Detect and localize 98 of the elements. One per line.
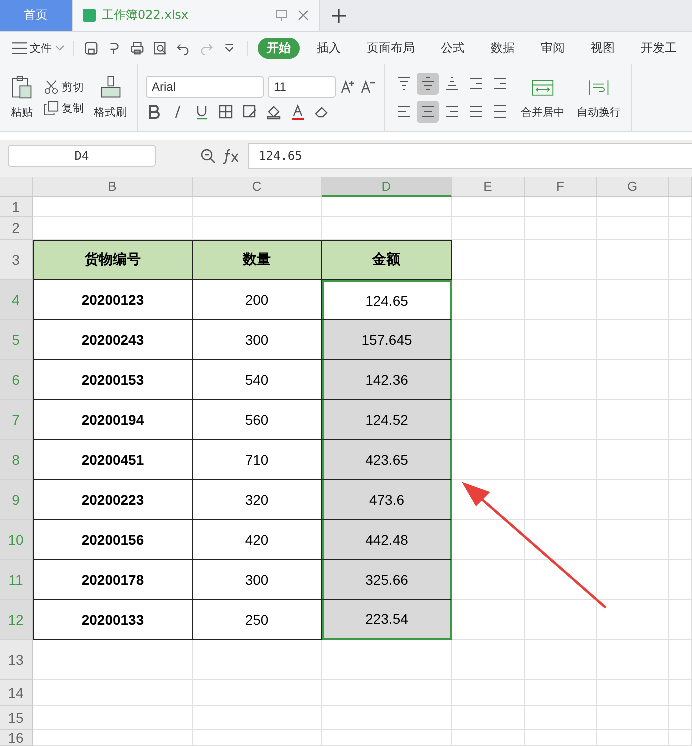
zoom-icon[interactable] <box>200 148 216 164</box>
column-header[interactable]: D <box>322 177 452 197</box>
align-lines-icon <box>444 76 460 92</box>
save-icon[interactable] <box>84 40 99 56</box>
table-cell: 473.6 <box>322 480 452 520</box>
row-header[interactable]: 6 <box>0 360 33 400</box>
cut-button[interactable]: 剪切 <box>44 80 84 94</box>
row-header[interactable]: 5 <box>0 320 33 360</box>
ribbon-tab[interactable]: 开发工 <box>632 38 686 58</box>
table-cell: 20200123 <box>33 280 193 320</box>
ribbon-tab[interactable]: 插入 <box>308 38 350 58</box>
align-lines-icon <box>420 104 436 120</box>
align-lines-icon <box>492 76 508 92</box>
align-lines-icon <box>396 104 412 120</box>
preview-icon[interactable] <box>153 40 168 56</box>
table-cell: 142.36 <box>322 360 452 400</box>
font-color-icon[interactable] <box>290 104 306 120</box>
scissors-icon <box>44 80 59 94</box>
ribbon-tab[interactable]: 数据 <box>482 38 524 58</box>
table-cell: 325.66 <box>322 560 452 600</box>
row-header[interactable]: 3 <box>0 240 33 280</box>
chevron-icon <box>55 45 65 51</box>
column-header[interactable]: C <box>193 177 322 197</box>
column-header[interactable]: G <box>597 177 669 197</box>
underline-icon[interactable] <box>194 104 210 120</box>
decrease-font-icon[interactable] <box>360 78 376 94</box>
row-header[interactable]: 2 <box>0 217 33 240</box>
font-size-field[interactable]: 11 <box>268 76 336 98</box>
name-box[interactable]: D4 <box>8 145 156 167</box>
clipboard-icon <box>10 75 34 101</box>
row-header[interactable]: 4 <box>0 280 33 320</box>
column-header[interactable]: F <box>525 177 597 197</box>
column-header[interactable]: E <box>452 177 525 197</box>
borders-icon[interactable] <box>218 104 234 120</box>
ribbon-tab[interactable]: 审阅 <box>532 38 574 58</box>
ribbon-tab[interactable]: 页面布局 <box>358 38 424 58</box>
row-header[interactable]: 14 <box>0 680 33 706</box>
close-icon[interactable] <box>298 10 309 21</box>
print-icon[interactable] <box>130 40 145 56</box>
bold-icon[interactable] <box>146 104 162 120</box>
file-menu[interactable]: 文件 <box>12 40 65 56</box>
menu-icon <box>12 40 27 56</box>
table-cell: 20200451 <box>33 440 193 480</box>
row-header[interactable]: 10 <box>0 520 33 560</box>
ribbon-tab[interactable]: 视图 <box>582 38 624 58</box>
row-header[interactable]: 1 <box>0 197 33 217</box>
table-cell: 20200156 <box>33 520 193 560</box>
format-painter-button[interactable]: 格式刷 <box>92 73 129 122</box>
copy-icon <box>44 100 59 116</box>
table-cell: 442.48 <box>322 520 452 560</box>
table-cell: 20200243 <box>33 320 193 360</box>
wrap-text-button[interactable]: 自动换行 <box>575 73 623 122</box>
column-title-cell: 数量 <box>193 240 322 280</box>
paste-button[interactable]: 粘贴 <box>8 73 36 122</box>
ribbon-tab[interactable]: 开始 <box>258 38 300 58</box>
align-button[interactable] <box>417 100 439 122</box>
row-header[interactable]: 13 <box>0 640 33 680</box>
column-title-cell: 货物编号 <box>33 240 193 280</box>
row-header[interactable]: 7 <box>0 400 33 440</box>
increase-font-icon[interactable] <box>340 78 356 94</box>
align-lines-icon <box>396 76 412 92</box>
column-header[interactable]: B <box>33 177 193 197</box>
cell-style-icon[interactable] <box>242 104 258 120</box>
row-header[interactable]: 12 <box>0 600 33 640</box>
table-cell: 124.65 <box>322 280 452 320</box>
spreadsheet-icon <box>83 9 96 22</box>
align-lines-icon <box>468 104 484 120</box>
table-cell: 20200178 <box>33 560 193 600</box>
row-header[interactable]: 16 <box>0 730 33 746</box>
row-header[interactable]: 15 <box>0 706 33 730</box>
table-cell: 423.65 <box>322 440 452 480</box>
table-cell: 157.645 <box>322 320 452 360</box>
row-header[interactable]: 11 <box>0 560 33 600</box>
workbook-tab[interactable]: 工作簿022.xlsx <box>72 0 320 31</box>
font-name-field[interactable]: Arial <box>146 76 264 98</box>
table-cell: 223.54 <box>322 600 452 640</box>
table-cell: 20200223 <box>33 480 193 520</box>
formula-field[interactable]: 124.65 <box>248 143 692 169</box>
row-header[interactable]: 8 <box>0 440 33 480</box>
monitor-icon[interactable] <box>276 10 288 22</box>
column-title-cell: 金额 <box>322 240 452 280</box>
ribbon-tab[interactable]: 公式 <box>432 38 474 58</box>
align-lines-icon <box>468 76 484 92</box>
align-lines-icon <box>444 104 460 120</box>
align-button[interactable] <box>417 72 439 94</box>
table-cell: 20200133 <box>33 600 193 640</box>
row-header[interactable]: 9 <box>0 480 33 520</box>
table-cell: 20200194 <box>33 400 193 440</box>
merge-center-button[interactable]: 合并居中 <box>519 73 567 122</box>
function-icon[interactable] <box>222 148 240 164</box>
align-lines-icon <box>492 104 508 120</box>
new-tab-icon[interactable] <box>332 9 346 23</box>
table-cell: 20200153 <box>33 360 193 400</box>
fill-color-icon[interactable] <box>266 104 282 120</box>
copy-button[interactable]: 复制 <box>44 100 84 116</box>
align-lines-icon <box>420 76 436 92</box>
table-cell: 124.52 <box>322 400 452 440</box>
workbook-tab[interactable]: 首页 <box>0 0 72 31</box>
